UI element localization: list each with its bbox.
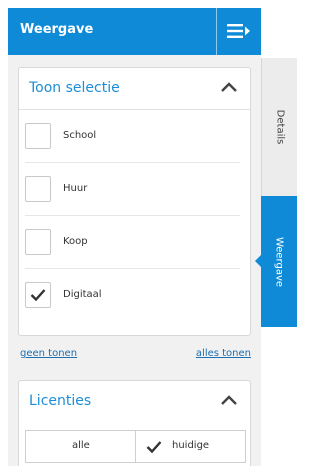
option-digitaal[interactable]: Digitaal bbox=[25, 269, 240, 322]
checkbox-koop[interactable] bbox=[25, 229, 51, 255]
licenses-section-title: Licenties bbox=[29, 393, 92, 409]
option-koop[interactable]: Koop bbox=[25, 216, 240, 269]
selection-section-title: Toon selectie bbox=[29, 80, 120, 96]
panel-header: Weergave bbox=[8, 8, 261, 55]
license-all-button[interactable]: alle bbox=[26, 431, 136, 462]
tab-details-label: Details bbox=[274, 109, 285, 145]
selection-section-header[interactable]: Toon selectie bbox=[19, 68, 250, 110]
option-label: Koop bbox=[63, 236, 88, 247]
active-tab-pointer bbox=[255, 255, 261, 267]
checkmark-icon bbox=[30, 289, 46, 302]
view-panel: Weergave Toon selectie School Huur Koop … bbox=[8, 8, 261, 466]
collapse-panel-button[interactable] bbox=[217, 8, 261, 55]
option-school[interactable]: School bbox=[25, 110, 240, 163]
show-all-link[interactable]: alles tonen bbox=[196, 348, 251, 359]
option-label: Digitaal bbox=[63, 289, 102, 300]
license-current-label: huidige bbox=[172, 440, 210, 451]
license-all-label: alle bbox=[72, 440, 90, 451]
selection-section: Toon selectie School Huur Koop Digitaal bbox=[18, 67, 251, 336]
option-huur[interactable]: Huur bbox=[25, 163, 240, 216]
licenses-section-header[interactable]: Licenties bbox=[19, 381, 250, 423]
license-current-button[interactable]: huidige bbox=[136, 431, 245, 462]
panel-title: Weergave bbox=[20, 22, 94, 37]
checkbox-huur[interactable] bbox=[25, 176, 51, 202]
chevron-up-icon[interactable] bbox=[220, 81, 238, 93]
license-filter-segmented: alle huidige bbox=[25, 430, 246, 463]
show-none-link[interactable]: geen tonen bbox=[20, 348, 77, 359]
licenses-section: Licenties alle huidige bbox=[18, 380, 251, 466]
option-label: School bbox=[63, 130, 97, 141]
chevron-up-icon[interactable] bbox=[220, 394, 238, 406]
checkmark-icon bbox=[146, 441, 162, 454]
checkbox-school[interactable] bbox=[25, 123, 51, 149]
tab-weergave-label: Weergave bbox=[273, 236, 285, 287]
selection-links: geen tonen alles tonen bbox=[18, 341, 251, 371]
option-label: Huur bbox=[63, 183, 88, 194]
tab-weergave[interactable]: Weergave bbox=[255, 196, 297, 327]
checkbox-digitaal[interactable] bbox=[25, 282, 51, 308]
list-collapse-icon bbox=[227, 24, 250, 38]
tab-details[interactable]: Details bbox=[261, 58, 297, 196]
